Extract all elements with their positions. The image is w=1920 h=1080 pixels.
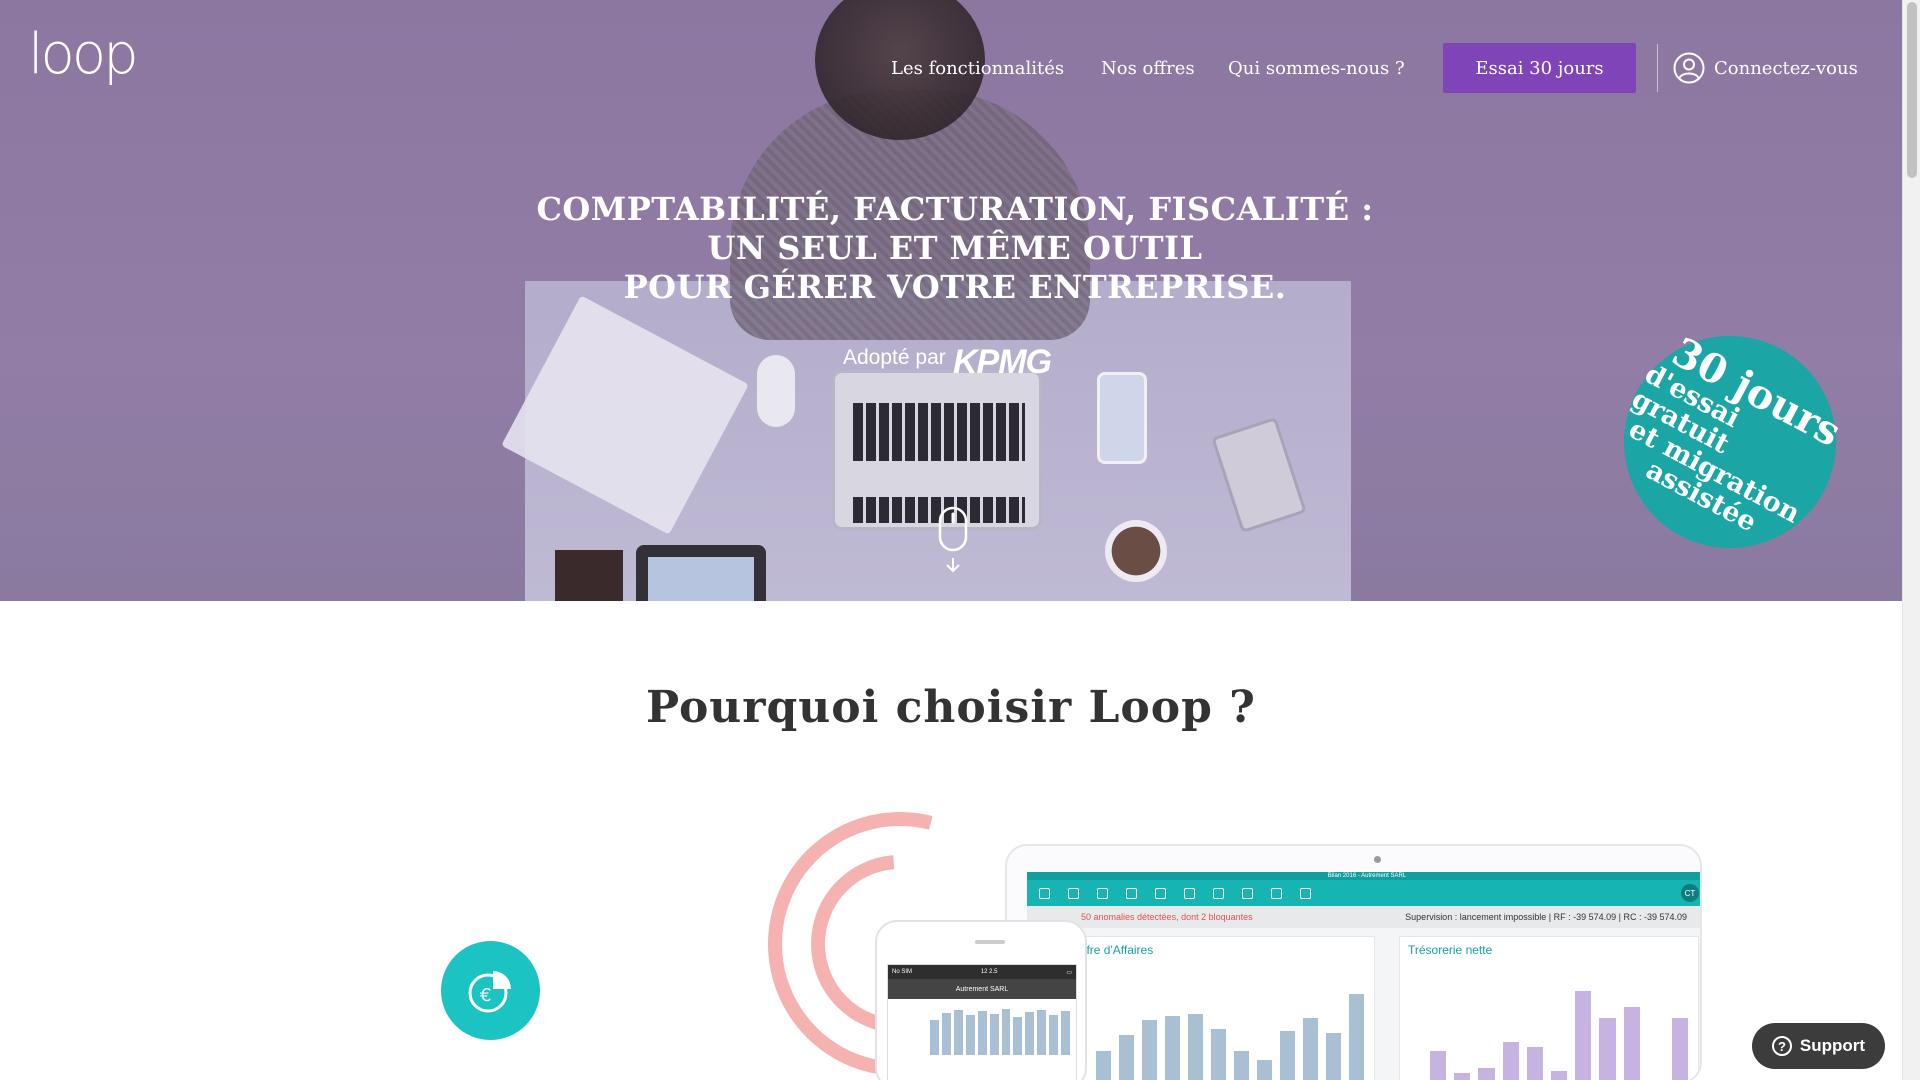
scrollbar-thumb[interactable]: [1907, 2, 1917, 178]
section-title: Pourquoi choisir Loop ?: [646, 682, 1256, 733]
wallet-image: [555, 550, 623, 601]
hero-title-line: POUR GÉRER VOTRE ENTREPRISE.: [623, 268, 1287, 306]
svg-text:€: €: [480, 985, 491, 1006]
grid-icon: [1039, 887, 1050, 899]
battery-icon: ▭: [1066, 969, 1072, 976]
phone-title: Autrement SARL: [888, 979, 1076, 999]
laptop-image: [832, 370, 1042, 530]
support-label: Support: [1799, 1036, 1866, 1055]
app-window-title: Bilan 2016 - Autrement SARL: [1027, 872, 1700, 880]
phone-carrier: No SIM: [892, 969, 913, 975]
treasury-bars: [1430, 985, 1689, 1080]
nav-features[interactable]: Les fonctionnalités: [891, 58, 1064, 79]
page-scrollbar[interactable]: [1902, 0, 1920, 1080]
user-icon[interactable]: [1673, 52, 1705, 84]
phone-image: [1097, 372, 1147, 464]
stamp-icon: [1184, 887, 1195, 899]
help-icon: ?: [1771, 1036, 1792, 1056]
hero-section: loop Les fonctionnalités Nos offres Qui …: [0, 0, 1902, 601]
panel-title: Trésorerie nette: [1408, 943, 1493, 957]
treasury-panel: Trésorerie nette: [1399, 936, 1699, 1080]
calculator-icon: [1155, 887, 1166, 899]
kpmg-logo: KPMG: [953, 343, 1052, 381]
phone-bars: [930, 1005, 1071, 1055]
settings-icon: [1300, 887, 1311, 899]
hero-title-line: UN SEUL ET MÊME OUTIL: [707, 229, 1203, 267]
eye-icon: [1126, 887, 1137, 899]
revenue-panel: hiffre d'Affaires: [1065, 936, 1375, 1080]
phone-mockup: No SIM 12 2.5 ▭ Autrement SARL: [875, 920, 1087, 1080]
hero-title: COMPTABILITÉ, FACTURATION, FISCALITÉ : U…: [520, 190, 1390, 307]
nav-divider: [1657, 44, 1658, 92]
phone-time: 12 2.5: [980, 969, 998, 975]
support-button[interactable]: ? Support: [1752, 1023, 1885, 1069]
nav-about[interactable]: Qui sommes-nous ?: [1228, 58, 1405, 79]
accounting-feature-icon: €: [441, 941, 540, 1040]
connect-link[interactable]: Connectez-vous: [1714, 58, 1858, 79]
tablet-image: [636, 545, 766, 601]
scroll-down-icon[interactable]: [938, 506, 968, 574]
tablet-mockup: Bilan 2016 - Autrement SARL CT 50 anomal…: [1005, 844, 1702, 1080]
alert-bar: 50 anomalies détectées, dont 2 bloquante…: [1027, 906, 1700, 928]
avatar: CT: [1681, 884, 1699, 902]
mug-image: [1105, 520, 1167, 582]
file-icon: [1271, 887, 1282, 899]
revenue-bars: [1096, 985, 1364, 1080]
document-icon: [1068, 887, 1079, 899]
app-toolbar: CT: [1027, 880, 1700, 906]
book-icon: [1213, 887, 1224, 899]
alert-text: 50 anomalies détectées, dont 2 bloquante…: [1081, 912, 1253, 922]
phone-screen: No SIM 12 2.5 ▭ Autrement SARL: [887, 964, 1077, 1080]
users-icon: [1242, 887, 1253, 899]
hero-title-line: COMPTABILITÉ, FACTURATION, FISCALITÉ :: [536, 190, 1374, 228]
trial-button[interactable]: Essai 30 jours: [1443, 43, 1636, 93]
trial-badge: 30 jours d'essai gratuit et migration as…: [1586, 298, 1874, 586]
app-screen: Bilan 2016 - Autrement SARL CT 50 anomal…: [1027, 872, 1700, 1080]
supervision-text: Supervision : lancement impossible | RF …: [1405, 912, 1687, 922]
nav-offers[interactable]: Nos offres: [1101, 58, 1195, 79]
adopted-label: Adopté par: [843, 346, 946, 369]
tree-icon: [1097, 887, 1108, 899]
logo[interactable]: loop: [28, 22, 139, 87]
panel-title: hiffre d'Affaires: [1074, 943, 1154, 957]
phone-status-bar: No SIM 12 2.5 ▭: [888, 965, 1076, 979]
mouse-image: [757, 355, 795, 427]
